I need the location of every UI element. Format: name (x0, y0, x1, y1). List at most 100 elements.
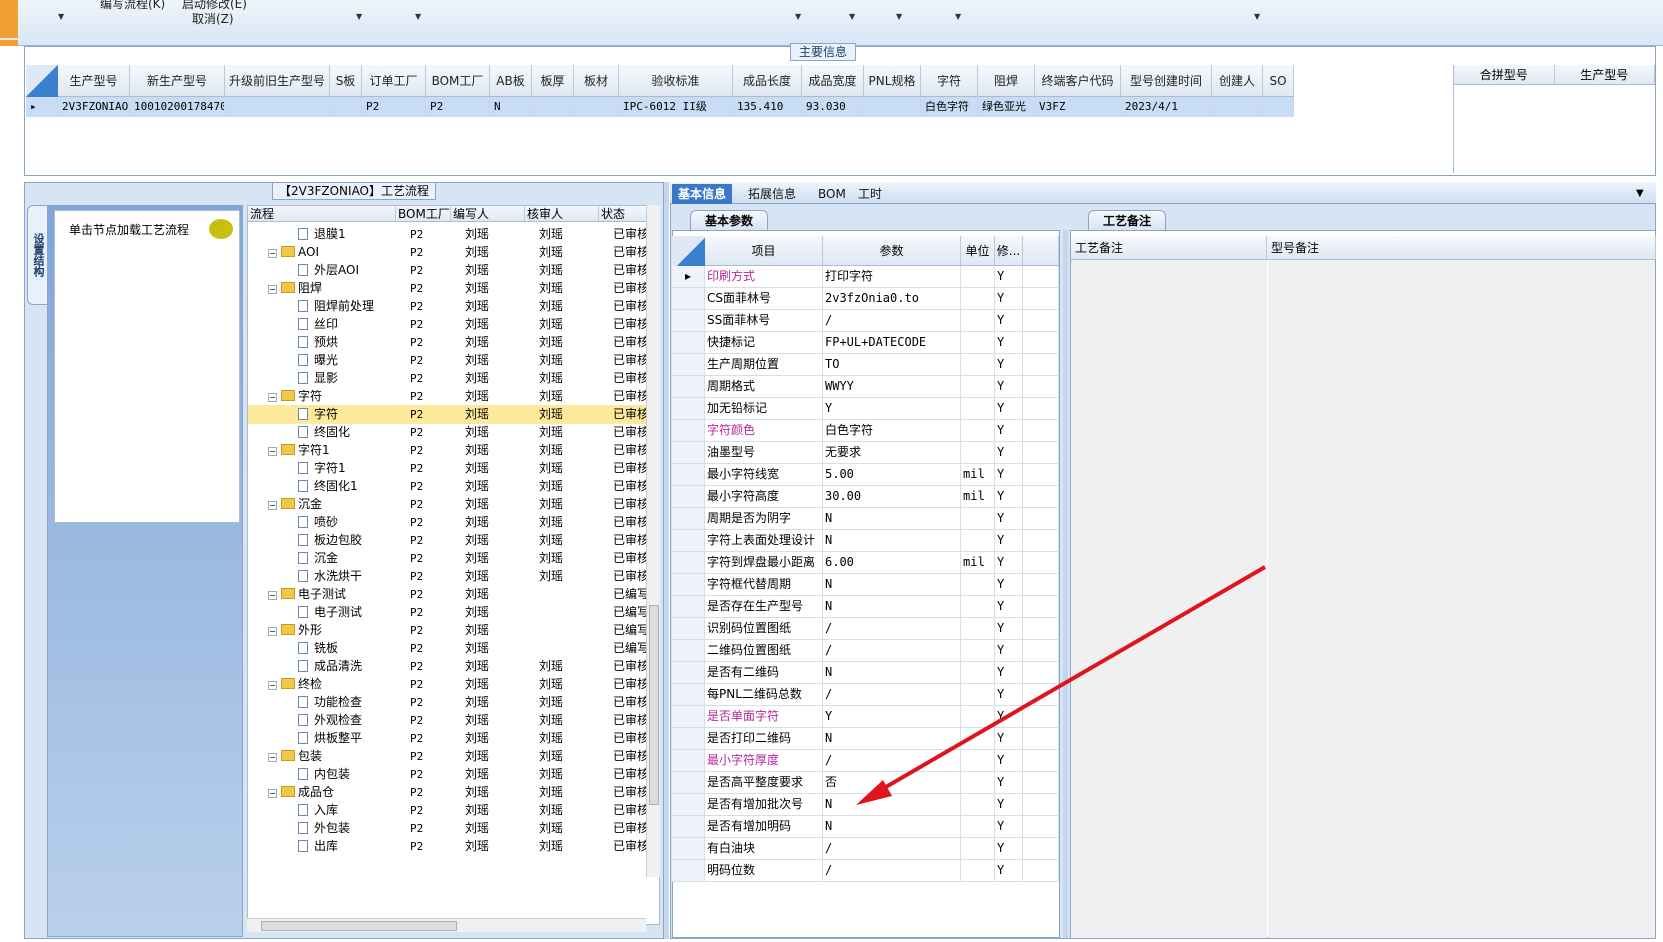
tree-row[interactable]: 烘板整平 P2 刘瑶 刘瑶 已审核 (248, 729, 648, 748)
edit-process-button[interactable]: 编写流程(K) (100, 0, 165, 12)
row-indicator[interactable] (672, 750, 705, 771)
param-value[interactable]: Y (823, 706, 961, 727)
tree-row[interactable]: − AOI P2 刘瑶 刘瑶 已审核 (248, 243, 648, 262)
column-header[interactable]: 单位 (961, 236, 995, 265)
cell[interactable]: P2 (362, 97, 426, 117)
collapse-icon[interactable]: − (268, 591, 277, 600)
param-value[interactable]: N (823, 816, 961, 837)
column-header[interactable]: 阻焊 (978, 65, 1035, 96)
tree-row[interactable]: − 沉金 P2 刘瑶 刘瑶 已审核 (248, 495, 648, 514)
param-value[interactable]: 2v3fzOnia0.to (823, 288, 961, 309)
param-value[interactable]: 打印字符 (823, 266, 961, 287)
tree-row[interactable]: 阻焊前处理 P2 刘瑶 刘瑶 已审核 (248, 297, 648, 316)
tree-row[interactable]: 退膜1 P2 刘瑶 刘瑶 已审核 (248, 225, 648, 244)
row-indicator[interactable] (672, 376, 705, 397)
tree-row[interactable]: 出库 P2 刘瑶 刘瑶 已审核 (248, 837, 648, 856)
subtab-basic-params[interactable]: 基本参数 (690, 210, 769, 230)
tree-row[interactable]: 字符1 P2 刘瑶 刘瑶 已审核 (248, 459, 648, 478)
nav-box[interactable]: 单击节点加载工艺流程 (54, 210, 240, 523)
tree-node[interactable]: 内包装 (248, 765, 404, 784)
param-row[interactable]: 识别码位置图纸 / Y (672, 618, 1059, 640)
tab-bom[interactable]: BOM (812, 184, 852, 204)
param-value[interactable]: N (823, 662, 961, 683)
row-indicator[interactable] (672, 772, 705, 793)
cell[interactable] (864, 97, 921, 117)
process-tree[interactable]: 流程 BOM工厂 编写人 核审人 状态 退膜1 P2 刘瑶 刘瑶 已审核 − AOI P2 刘瑶… (247, 205, 660, 925)
column-header[interactable]: 核审人 (525, 206, 599, 221)
tree-node[interactable]: 终固化 (248, 423, 404, 442)
tree-node[interactable]: − AOI (248, 243, 404, 262)
param-row[interactable]: 每PNL二维码总数 / Y (672, 684, 1059, 706)
row-indicator[interactable] (672, 662, 705, 683)
tree-node[interactable]: 功能检查 (248, 693, 404, 712)
tree-node[interactable]: − 终检 (248, 675, 404, 694)
main-info-row[interactable]: ▸ 2V3FZONIAO 10010200178470 P2 P2 N IPC-6012 I… (26, 97, 1294, 117)
collapse-icon[interactable]: − (268, 501, 277, 510)
param-value[interactable]: 5.00 (823, 464, 961, 485)
column-header[interactable]: 生产型号 (58, 65, 130, 96)
tree-horizontal-scrollbar[interactable] (247, 918, 646, 932)
cell[interactable]: IPC-6012 II级 (619, 97, 733, 117)
column-header[interactable]: 板厚 (532, 65, 574, 96)
scroll-thumb[interactable] (261, 921, 457, 931)
row-indicator[interactable] (672, 464, 705, 485)
column-header[interactable]: 终端客户代码 (1035, 65, 1121, 96)
row-indicator[interactable]: ▸ (26, 97, 58, 117)
chevron-down-icon[interactable]: ▼ (896, 12, 902, 21)
tree-node[interactable]: 字符1 (248, 459, 404, 478)
collapse-icon[interactable]: − (268, 447, 277, 456)
row-indicator[interactable] (672, 398, 705, 419)
column-header[interactable]: 型号创建时间 (1121, 65, 1212, 96)
tree-vertical-scrollbar[interactable] (646, 205, 660, 877)
param-row[interactable]: 生产周期位置 TO Y (672, 354, 1059, 376)
column-header[interactable]: 编写人 (451, 206, 525, 221)
column-header[interactable]: 成品长度 (733, 65, 802, 96)
column-header[interactable]: S板 (330, 65, 362, 96)
param-value[interactable]: N (823, 728, 961, 749)
param-value[interactable]: 白色字符 (823, 420, 961, 441)
param-value[interactable]: FP+UL+DATECODE (823, 332, 961, 353)
param-row[interactable]: 是否有增加明码 N Y (672, 816, 1059, 838)
column-header[interactable]: 字符 (921, 65, 978, 96)
tree-node[interactable]: − 沉金 (248, 495, 404, 514)
param-value[interactable]: / (823, 640, 961, 661)
tree-node[interactable]: 板边包胶 (248, 531, 404, 550)
scroll-thumb[interactable] (649, 605, 659, 805)
column-header[interactable]: 成品宽度 (802, 65, 864, 96)
row-indicator[interactable] (672, 574, 705, 595)
tree-row[interactable]: − 阻焊 P2 刘瑶 刘瑶 已审核 (248, 279, 648, 298)
tree-row[interactable]: 显影 P2 刘瑶 刘瑶 已审核 (248, 369, 648, 388)
param-row[interactable]: 字符框代替周期 N Y (672, 574, 1059, 596)
cell[interactable]: 白色字符 (921, 97, 978, 117)
collapse-icon[interactable]: − (268, 789, 277, 798)
param-row[interactable]: 字符颜色 白色字符 Y (672, 420, 1059, 442)
chevron-down-icon[interactable]: ▼ (415, 12, 421, 21)
tree-row[interactable]: 外观检查 P2 刘瑶 刘瑶 已审核 (248, 711, 648, 730)
tree-node[interactable]: 沉金 (248, 549, 404, 568)
tree-row[interactable]: 功能检查 P2 刘瑶 刘瑶 已审核 (248, 693, 648, 712)
column-header[interactable]: 验收标准 (619, 65, 733, 96)
tree-node[interactable]: 喷砂 (248, 513, 404, 532)
param-value[interactable]: / (823, 684, 961, 705)
tree-node[interactable]: − 电子测试 (248, 585, 404, 604)
merge-model-list[interactable] (1453, 85, 1655, 173)
column-header[interactable]: 状态 (599, 206, 648, 221)
param-value[interactable]: TO (823, 354, 961, 375)
param-value[interactable]: N (823, 530, 961, 551)
column-header[interactable]: 板材 (574, 65, 619, 96)
param-row[interactable]: 最小字符线宽 5.00 mil Y (672, 464, 1059, 486)
tree-node[interactable]: 预烘 (248, 333, 404, 352)
row-indicator[interactable] (672, 684, 705, 705)
tree-node[interactable]: 外包装 (248, 819, 404, 838)
param-value[interactable]: Y (823, 398, 961, 419)
param-row[interactable]: 是否打印二维码 N Y (672, 728, 1059, 750)
param-row[interactable]: 是否单面字符 Y Y (672, 706, 1059, 728)
row-indicator[interactable] (672, 838, 705, 859)
tree-row[interactable]: 外包装 P2 刘瑶 刘瑶 已审核 (248, 819, 648, 838)
collapse-icon[interactable]: − (268, 393, 277, 402)
row-indicator[interactable] (672, 728, 705, 749)
column-header[interactable]: 参数 (823, 236, 961, 265)
row-indicator[interactable] (672, 420, 705, 441)
param-row[interactable]: SS面菲林号 / Y (672, 310, 1059, 332)
param-value[interactable]: / (823, 310, 961, 331)
